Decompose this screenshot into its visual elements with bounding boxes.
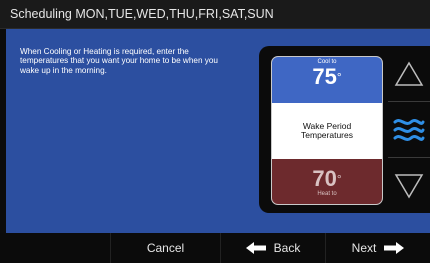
back-label: Back	[273, 241, 301, 255]
title-bar: Scheduling MON,TUE,WED,THU,FRI,SAT,SUN	[0, 0, 430, 29]
thermostat-screen: Scheduling MON,TUE,WED,THU,FRI,SAT,SUN W…	[0, 0, 430, 263]
increase-button[interactable]	[388, 46, 430, 101]
wave-mode-icon	[393, 118, 425, 141]
heat-to-label: Heat to	[317, 191, 337, 197]
heat-setpoint[interactable]: 70° Heat to	[272, 159, 382, 204]
cool-temperature: 75°	[312, 64, 342, 89]
period-label: Wake Period Temperatures	[272, 103, 382, 159]
period-label-line2: Temperatures	[301, 130, 353, 140]
next-button[interactable]: Next	[326, 233, 430, 263]
mode-button[interactable]	[388, 102, 430, 157]
bottom-bar: Cancel Back Next	[0, 233, 430, 263]
right-arrow-icon	[384, 242, 405, 254]
wake-period-card: Cool to 75° Wake Period Temperatures 70°…	[271, 56, 383, 205]
down-arrow-icon	[394, 173, 424, 198]
heat-temperature: 70°	[312, 166, 342, 191]
next-label: Next	[351, 241, 377, 255]
side-buttons	[388, 46, 430, 213]
instruction-text: When Cooling or Heating is required, ent…	[20, 47, 218, 75]
decrease-button[interactable]	[388, 158, 430, 213]
up-arrow-icon	[394, 61, 424, 86]
cool-setpoint[interactable]: Cool to 75°	[272, 57, 382, 103]
back-button[interactable]: Back	[221, 233, 325, 263]
cancel-button[interactable]: Cancel	[111, 233, 220, 263]
screen-title: Scheduling MON,TUE,WED,THU,FRI,SAT,SUN	[10, 7, 274, 21]
cancel-label: Cancel	[146, 241, 185, 255]
left-arrow-icon	[245, 242, 266, 254]
